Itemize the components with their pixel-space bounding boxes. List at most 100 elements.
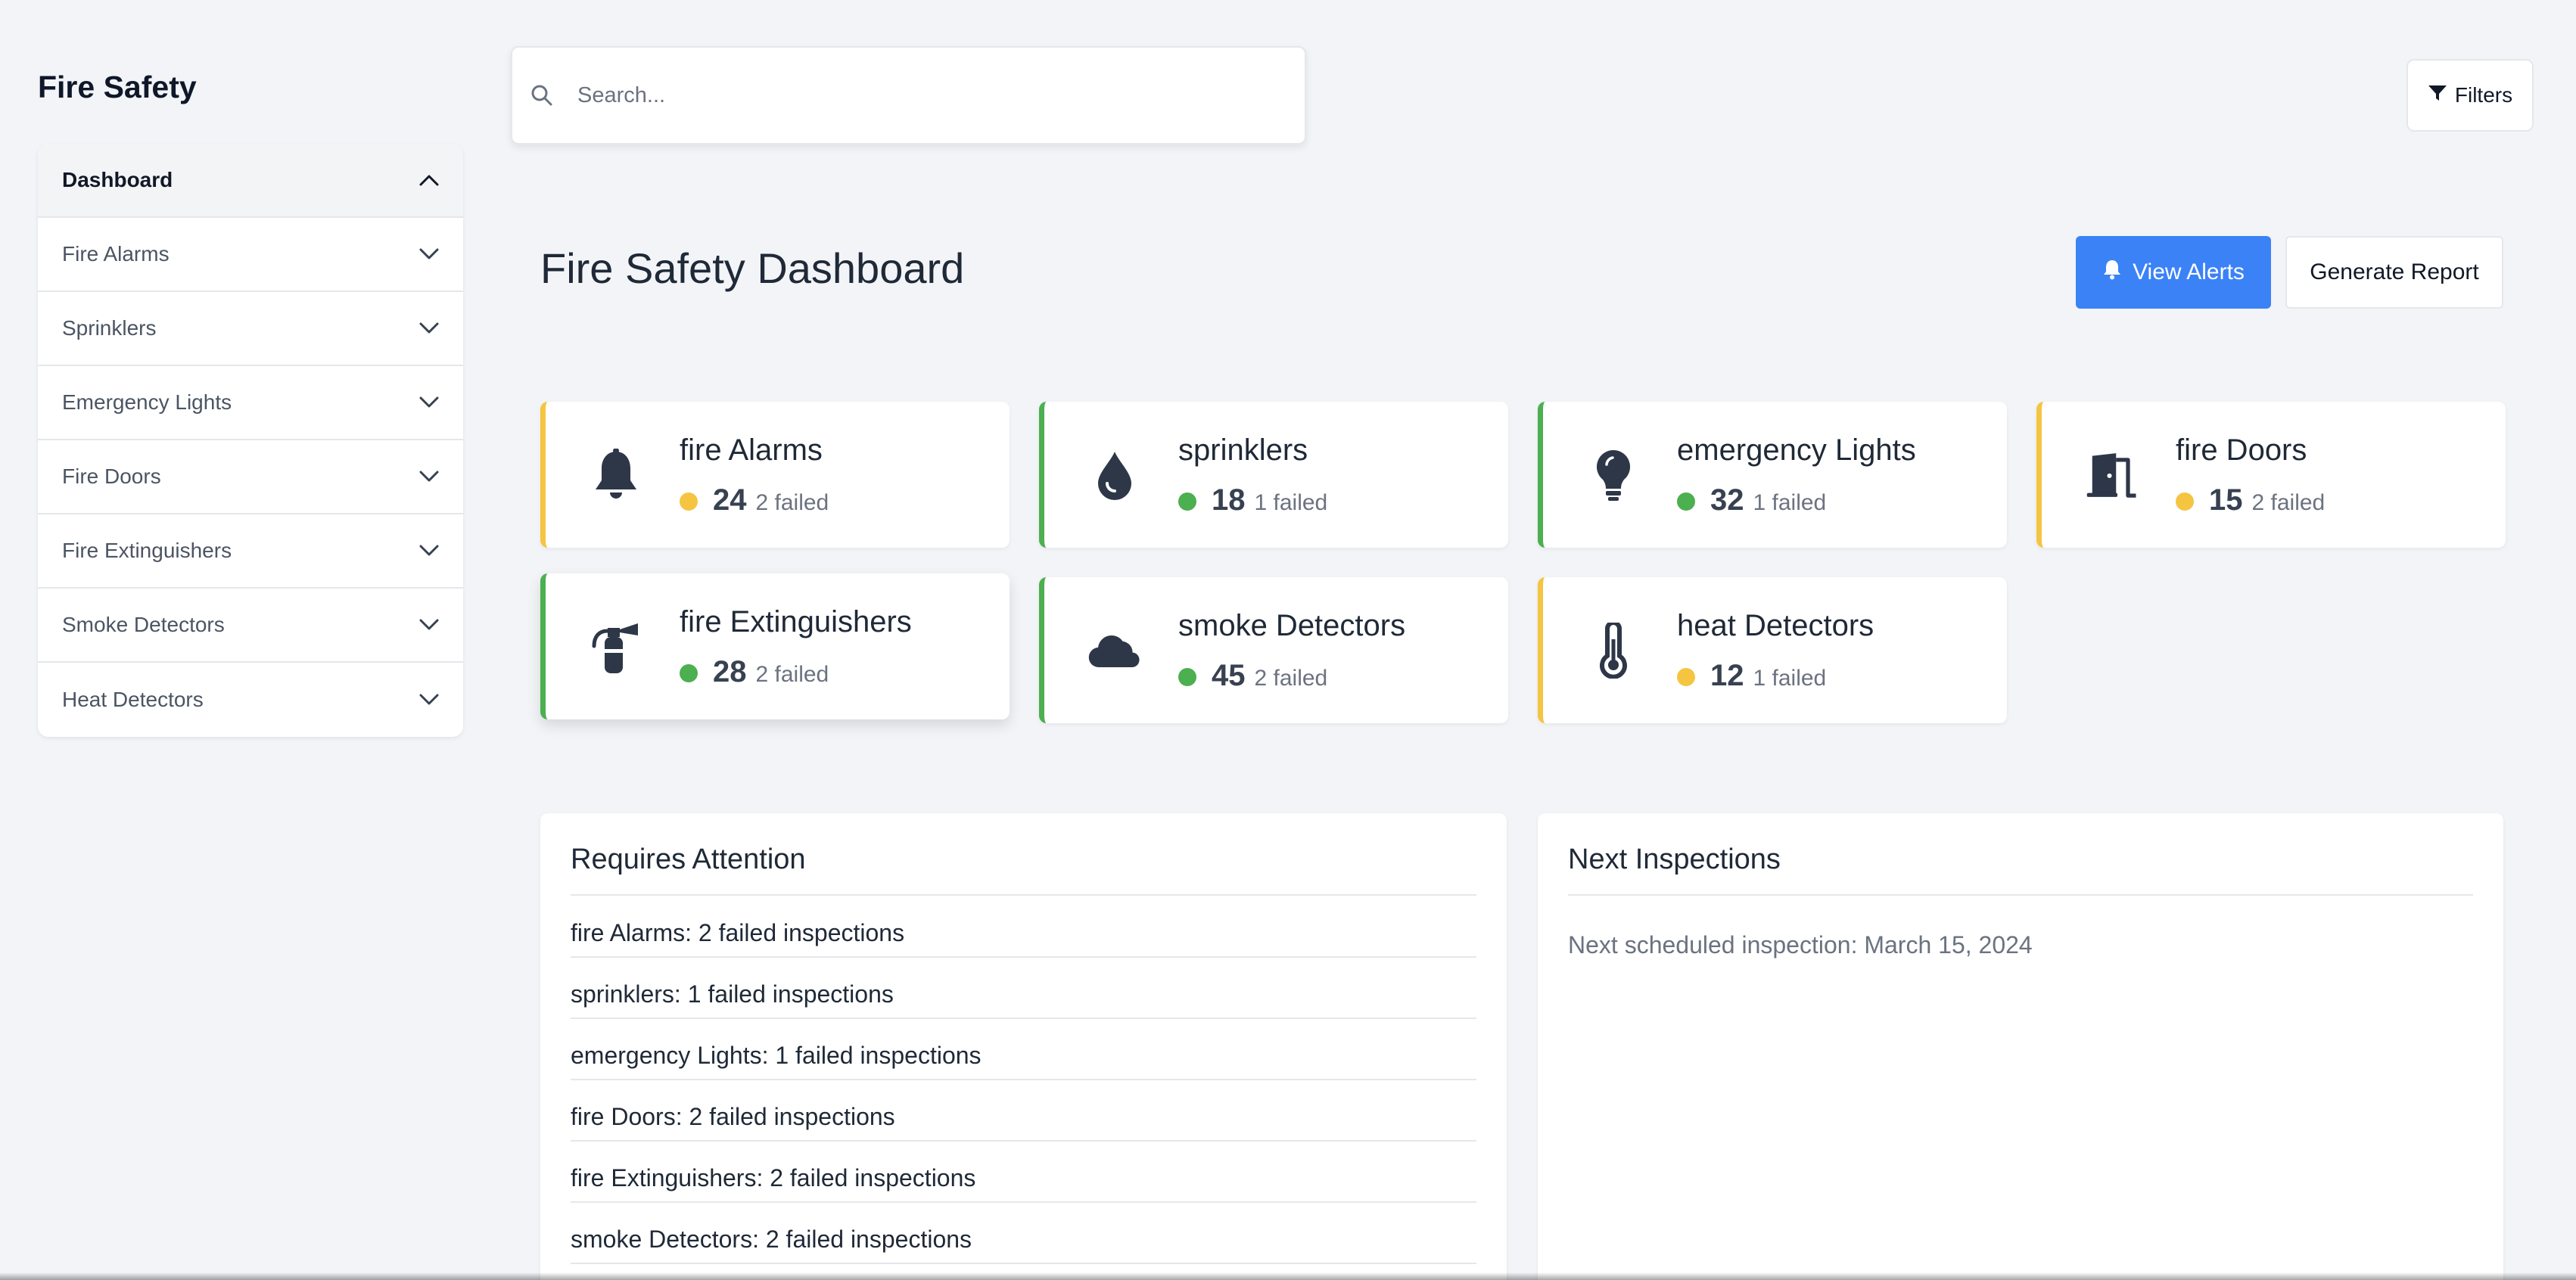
status-dot	[1677, 492, 1695, 511]
stat-title: emergency Lights	[1677, 433, 1916, 467]
stat-card-fire-alarms[interactable]: fire Alarms 24 2 failed	[540, 402, 1010, 548]
list-item[interactable]: emergency Lights: 1 failed inspections	[571, 1019, 1476, 1080]
sidebar-item-label: Heat Detectors	[62, 688, 204, 711]
stat-card-fire-extinguishers[interactable]: fire Extinguishers 28 2 failed	[540, 573, 1010, 719]
next-inspections-panel: Next Inspections Next scheduled inspecti…	[1538, 813, 2503, 1280]
stat-count: 12	[1710, 659, 1744, 692]
status-dot	[1178, 668, 1196, 686]
status-dot	[1178, 492, 1196, 511]
stat-failed: 1 failed	[1753, 666, 1827, 691]
app-root: Fire Safety Dashboard Fire Alarms Sprink…	[0, 0, 2576, 1280]
sidebar-nav: Dashboard Fire Alarms Sprinklers Emergen…	[38, 144, 463, 737]
stat-failed: 2 failed	[755, 662, 829, 687]
door-icon	[2086, 445, 2139, 505]
stat-failed: 2 failed	[1254, 666, 1328, 691]
stat-values: 15 2 failed	[2176, 483, 2325, 517]
bell-icon	[590, 445, 642, 505]
generate-report-label: Generate Report	[2310, 259, 2479, 284]
panel-title: Next Inspections	[1568, 843, 1781, 875]
stat-count: 28	[713, 655, 747, 688]
chevron-down-icon	[418, 539, 440, 562]
chevron-down-icon	[418, 317, 440, 340]
lightbulb-icon	[1587, 445, 1640, 505]
list-item[interactable]: sprinklers: 1 failed inspections	[571, 958, 1476, 1019]
window-bottom-edge	[0, 1272, 2576, 1280]
status-dot	[2176, 492, 2194, 511]
stat-card-emergency-lights[interactable]: emergency Lights 32 1 failed	[1538, 402, 2007, 548]
search-bar	[511, 46, 1306, 144]
sidebar-item-fire-extinguishers[interactable]: Fire Extinguishers	[38, 514, 463, 589]
fire-extinguisher-icon	[590, 617, 642, 677]
sidebar-item-smoke-detectors[interactable]: Smoke Detectors	[38, 589, 463, 663]
search-input[interactable]	[577, 82, 1258, 108]
stat-values: 18 1 failed	[1178, 483, 1327, 517]
stat-title: smoke Detectors	[1178, 609, 1406, 642]
chevron-down-icon	[418, 391, 440, 414]
stat-card-fire-doors[interactable]: fire Doors 15 2 failed	[2036, 402, 2506, 548]
stat-count: 32	[1710, 483, 1744, 517]
filter-icon	[2428, 83, 2447, 108]
chevron-down-icon	[418, 688, 440, 711]
divider	[571, 894, 1476, 896]
stat-card-sprinklers[interactable]: sprinklers 18 1 failed	[1039, 402, 1508, 548]
sidebar-item-label: Emergency Lights	[62, 390, 232, 414]
stat-failed: 2 failed	[2251, 490, 2326, 515]
requires-attention-panel: Requires Attention fire Alarms: 2 failed…	[540, 813, 1507, 1280]
chevron-up-icon	[418, 169, 440, 191]
stat-failed: 1 failed	[1753, 490, 1827, 515]
sidebar-item-fire-doors[interactable]: Fire Doors	[38, 440, 463, 514]
cloud-icon	[1088, 620, 1141, 681]
stat-count: 24	[713, 483, 747, 517]
attention-list: fire Alarms: 2 failed inspections sprink…	[571, 896, 1476, 1264]
sidebar-item-emergency-lights[interactable]: Emergency Lights	[38, 366, 463, 440]
next-inspection-text: Next scheduled inspection: March 15, 202…	[1568, 931, 2033, 958]
stat-failed: 1 failed	[1254, 490, 1328, 515]
droplet-icon	[1088, 445, 1141, 505]
stat-count: 45	[1212, 659, 1246, 692]
sidebar-item-dashboard[interactable]: Dashboard	[38, 144, 463, 218]
sidebar-item-fire-alarms[interactable]: Fire Alarms	[38, 218, 463, 292]
list-item[interactable]: smoke Detectors: 2 failed inspections	[571, 1203, 1476, 1264]
app-title: Fire Safety	[38, 70, 197, 104]
stat-values: 45 2 failed	[1178, 659, 1327, 693]
stat-title: heat Detectors	[1677, 609, 1874, 642]
stat-count: 15	[2209, 483, 2243, 517]
divider	[1568, 894, 2473, 896]
sidebar-item-label: Fire Doors	[62, 464, 161, 488]
stat-failed: 2 failed	[755, 490, 829, 515]
stat-values: 24 2 failed	[680, 483, 829, 517]
stat-values: 28 2 failed	[680, 655, 829, 689]
chevron-down-icon	[418, 465, 440, 488]
thermometer-icon	[1587, 620, 1640, 681]
list-item[interactable]: fire Doors: 2 failed inspections	[571, 1080, 1476, 1142]
stat-values: 12 1 failed	[1677, 659, 1826, 693]
sidebar-item-heat-detectors[interactable]: Heat Detectors	[38, 663, 463, 737]
search-icon	[529, 82, 555, 108]
sidebar-item-label: Sprinklers	[62, 316, 157, 340]
sidebar-item-label: Dashboard	[62, 168, 173, 191]
list-item[interactable]: fire Alarms: 2 failed inspections	[571, 896, 1476, 958]
chevron-down-icon	[418, 243, 440, 266]
sidebar-item-label: Smoke Detectors	[62, 613, 225, 636]
stat-card-heat-detectors[interactable]: heat Detectors 12 1 failed	[1538, 577, 2007, 723]
filters-label: Filters	[2454, 83, 2513, 107]
view-alerts-label: View Alerts	[2133, 259, 2245, 284]
stat-values: 32 1 failed	[1677, 483, 1826, 517]
panel-title: Requires Attention	[571, 843, 806, 875]
generate-report-button[interactable]: Generate Report	[2285, 236, 2503, 309]
status-dot	[680, 664, 698, 682]
sidebar-item-sprinklers[interactable]: Sprinklers	[38, 292, 463, 366]
list-item[interactable]: fire Extinguishers: 2 failed inspections	[571, 1142, 1476, 1203]
view-alerts-button[interactable]: View Alerts	[2076, 236, 2271, 309]
filters-button[interactable]: Filters	[2406, 59, 2534, 132]
status-dot	[1677, 668, 1695, 686]
stat-count: 18	[1212, 483, 1246, 517]
stat-title: sprinklers	[1178, 433, 1308, 467]
stat-card-smoke-detectors[interactable]: smoke Detectors 45 2 failed	[1039, 577, 1508, 723]
stat-title: fire Alarms	[680, 433, 823, 467]
page-title: Fire Safety Dashboard	[540, 244, 965, 292]
status-dot	[680, 492, 698, 511]
stat-title: fire Extinguishers	[680, 605, 912, 638]
stat-title: fire Doors	[2176, 433, 2307, 467]
chevron-down-icon	[418, 614, 440, 636]
